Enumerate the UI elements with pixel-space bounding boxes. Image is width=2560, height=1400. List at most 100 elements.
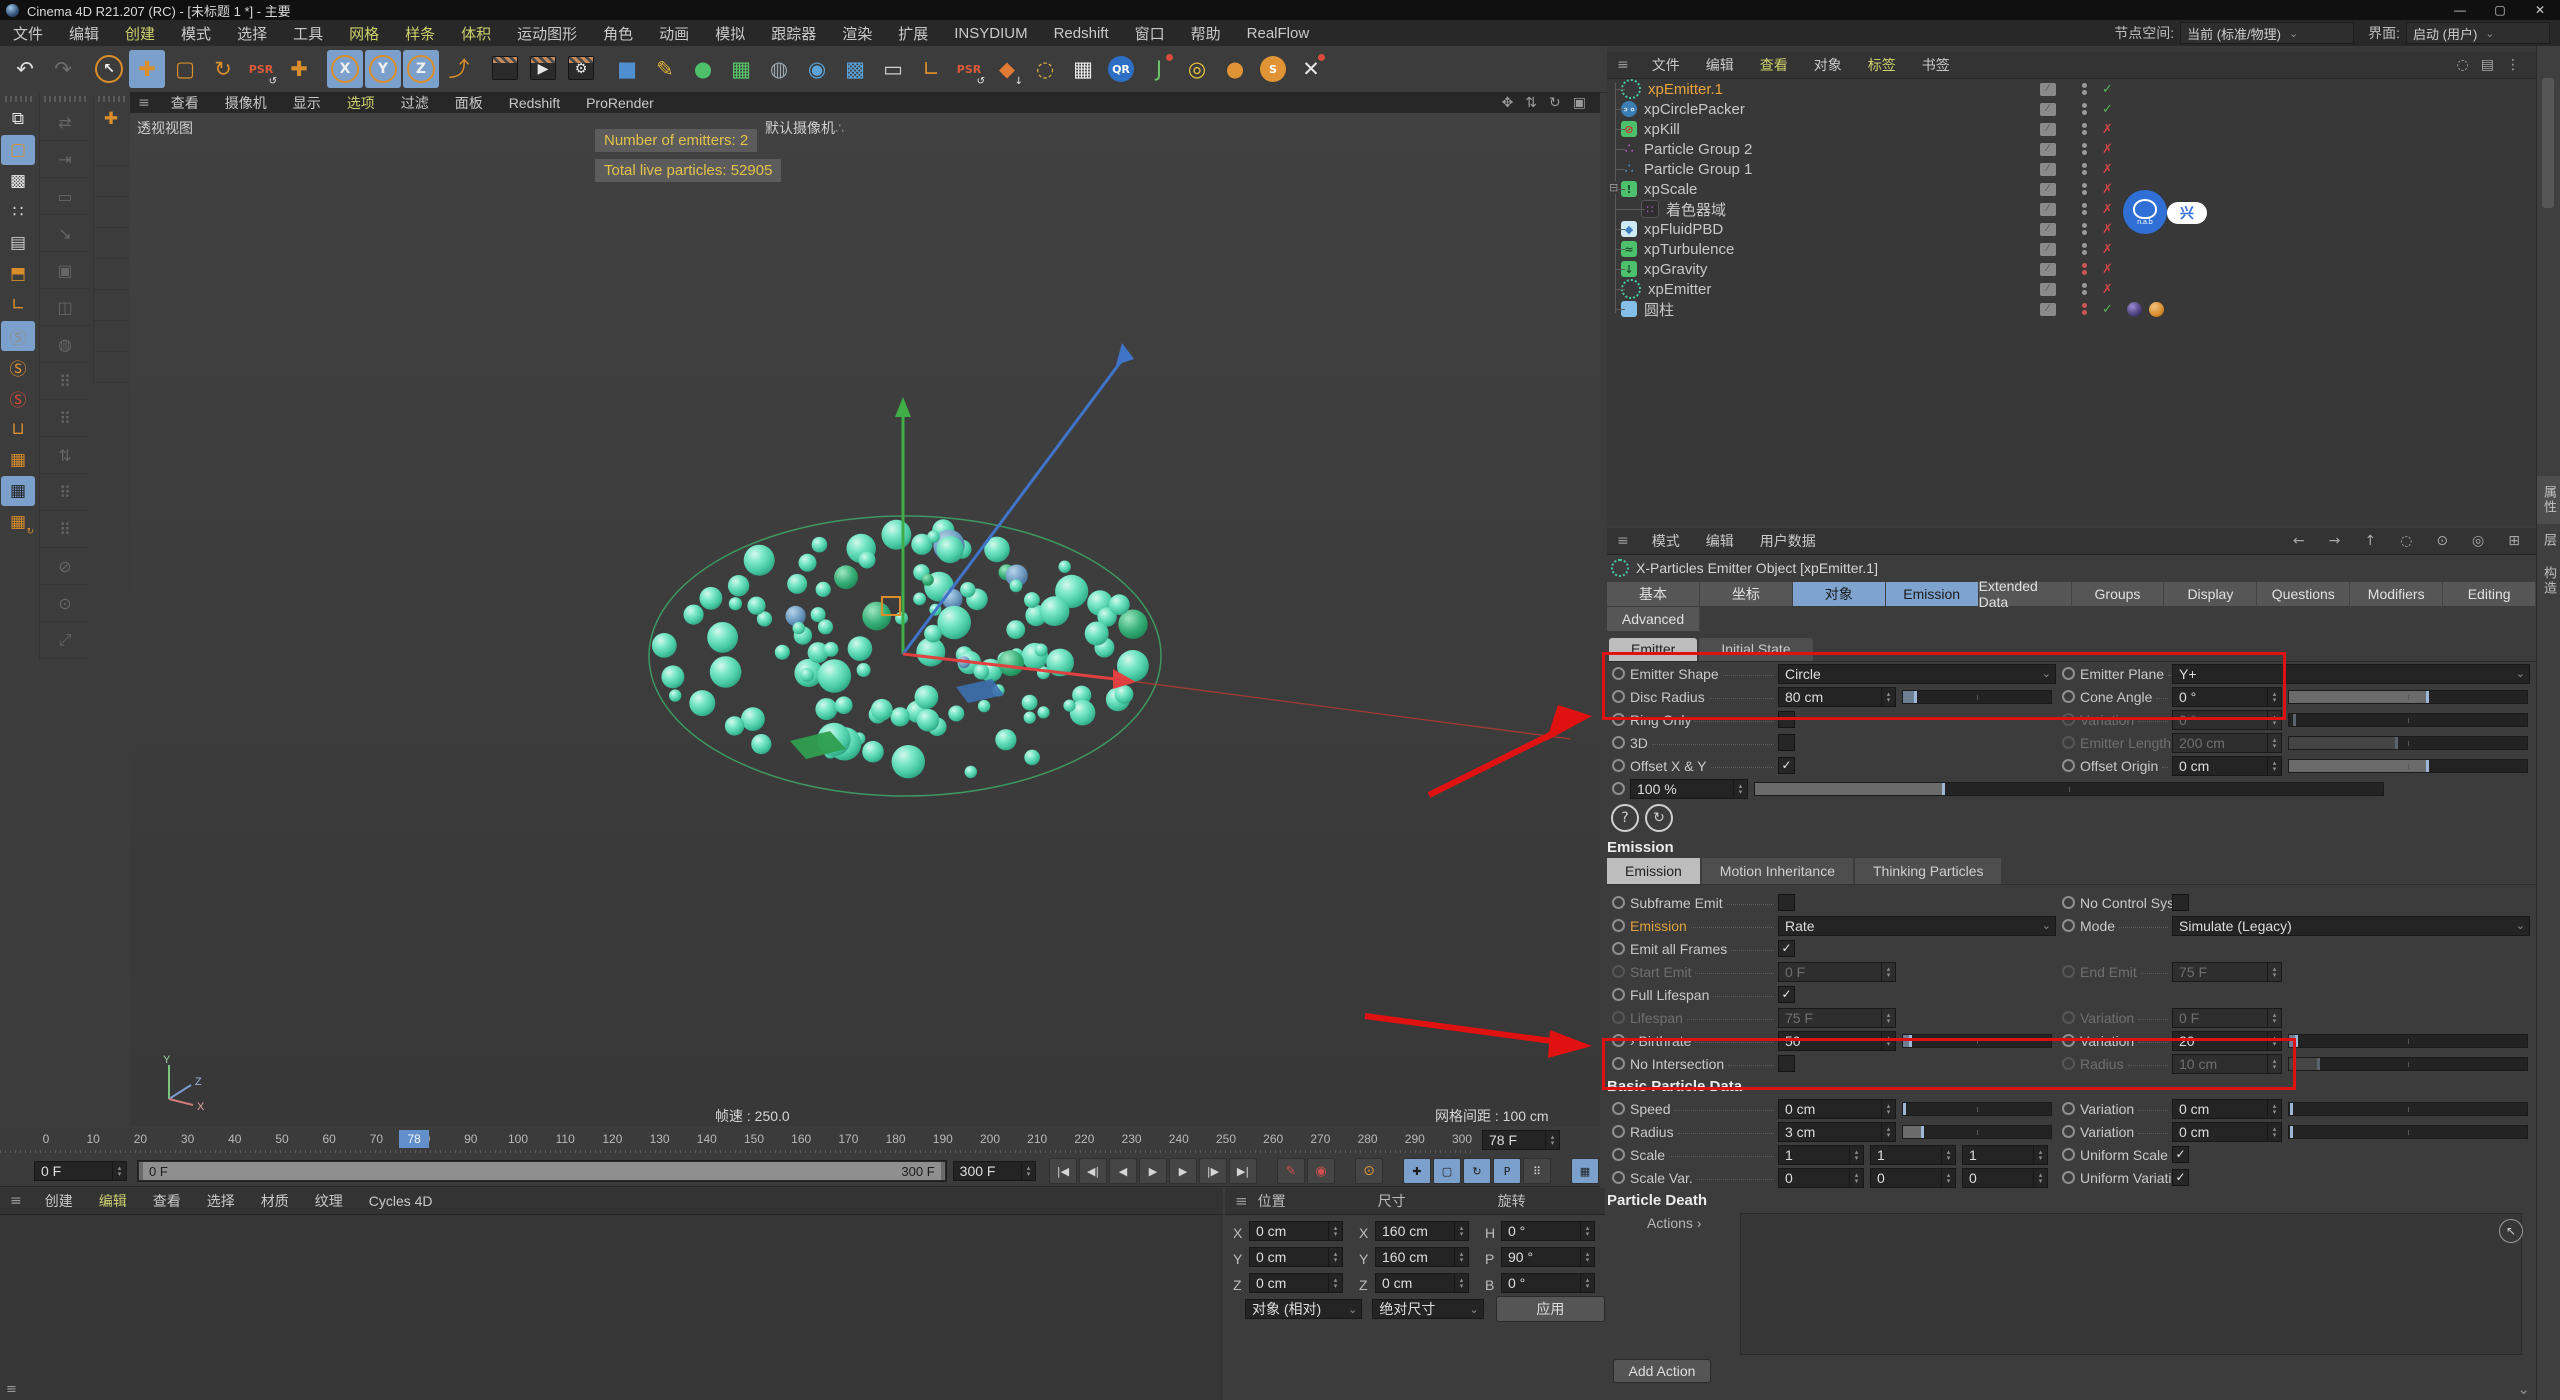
move-icon[interactable]: ✚ (129, 50, 165, 88)
help-button[interactable]: ? (1611, 804, 1639, 832)
workplane-icon[interactable]: ▦ (1, 445, 35, 475)
menu-item-窗口[interactable]: 窗口 (1122, 23, 1178, 44)
project-icon[interactable]: ↘ (40, 215, 90, 252)
value-field[interactable]: 20 ▴ ▾ (2172, 1030, 2282, 1051)
object-name[interactable]: xpCirclePacker (1644, 101, 1745, 118)
tab-Modifiers[interactable]: Modifiers (2350, 581, 2444, 606)
play-forwards-button[interactable]: ▶ (1139, 1158, 1167, 1184)
value-field[interactable]: 75 F ▴ ▾ (1778, 1007, 1896, 1028)
animation-knob[interactable] (2062, 759, 2075, 772)
drop-to-floor-icon[interactable]: ◆ ↓ (989, 50, 1025, 88)
tab-Emission[interactable]: Emission (1885, 581, 1979, 606)
value-field[interactable]: 0 F ▴ ▾ (1778, 961, 1896, 982)
tab-Editing[interactable]: Editing (2443, 581, 2537, 606)
object-row[interactable]: xpEmitter ∕ ✗ (1607, 279, 2560, 299)
toggle-view-icon[interactable]: ▣ (1573, 95, 1586, 111)
menu-item-模拟[interactable]: 模拟 (702, 23, 758, 44)
s-badge-icon[interactable]: S (1255, 50, 1291, 88)
sphere-dim-icon[interactable]: ◍ (40, 326, 90, 363)
value-field[interactable]: 0 ▴ ▾ (1962, 1167, 2048, 1188)
redo-icon[interactable]: ↷ (45, 50, 81, 88)
value-field[interactable]: 80 cm ▴ ▾ (1778, 686, 1896, 707)
align-icon[interactable]: ⇥ (40, 141, 90, 178)
history-icon[interactable]: ◎ (2472, 533, 2484, 549)
visibility-dots[interactable] (2082, 243, 2087, 255)
viewport-solo-off-icon[interactable]: Ⓢ (1, 321, 35, 351)
slider[interactable] (1902, 1101, 2052, 1116)
rotate-workplane-icon[interactable]: ▦ ↻ (1, 507, 35, 537)
range-end-field[interactable]: 300 F ▴ ▾ (952, 1161, 1036, 1181)
object-name[interactable]: xpTurbulence (1644, 241, 1734, 258)
viewport-menu-item-Redshift[interactable]: Redshift (496, 95, 573, 111)
mat-menu-item-编辑[interactable]: 编辑 (86, 1191, 140, 1211)
actions-list[interactable] (1740, 1213, 2522, 1355)
animation-knob[interactable] (1612, 1057, 1625, 1070)
slider[interactable] (2288, 1101, 2528, 1116)
menu-item-选择[interactable]: 选择 (224, 23, 280, 44)
value-field[interactable]: 1 ▴ ▾ (1870, 1144, 1956, 1165)
mat-menu-item-选择[interactable]: 选择 (194, 1191, 248, 1211)
layer-color-chip[interactable]: ∕ (2040, 82, 2056, 96)
slider[interactable] (2288, 689, 2528, 704)
goto-start-button[interactable]: |◀ (1049, 1158, 1077, 1184)
enabled-toggle[interactable]: ✗ (2102, 182, 2113, 197)
up-icon[interactable]: ↑ (2364, 533, 2376, 549)
animation-knob[interactable] (1612, 690, 1625, 703)
side-tab-构造[interactable]: 构造 (2537, 557, 2560, 605)
object-row[interactable]: ⊘ xpKill ∕ ✗ (1607, 119, 2560, 139)
quantize-icon[interactable]: ▭ (40, 178, 90, 215)
mode-select[interactable]: Simulate (Legacy) ⌄ (2172, 915, 2530, 936)
edge-mode-icon[interactable]: ▤ (1, 228, 35, 258)
am-scroll-down-icon[interactable]: ⌄ (2517, 1380, 2530, 1398)
back-icon[interactable]: ← (2293, 533, 2305, 549)
emitter-shape-select[interactable]: Circle ⌄ (1778, 663, 2056, 684)
value-field[interactable]: 1 ▴ ▾ (1778, 1144, 1864, 1165)
value-field[interactable]: 0 cm ▴ ▾ (1778, 1098, 1896, 1119)
value-field[interactable]: 0 cm ▴ ▾ (1249, 1221, 1343, 1241)
object-name[interactable]: 圆柱 (1644, 299, 1674, 320)
visibility-dots[interactable] (2082, 123, 2087, 135)
target-icon[interactable]: ◎ (1179, 50, 1215, 88)
last-tool-icon[interactable]: ✚ (281, 50, 317, 88)
dots-c-icon[interactable]: ⠿ (40, 474, 90, 511)
enabled-toggle[interactable]: ✗ (2102, 122, 2113, 137)
goto-end-button[interactable]: ▶| (1229, 1158, 1257, 1184)
volume-icon[interactable]: ◉ (799, 50, 835, 88)
animation-knob[interactable] (1612, 1171, 1625, 1184)
undo-icon[interactable]: ↶ (7, 50, 43, 88)
object-name[interactable]: xpEmitter.1 (1648, 81, 1723, 98)
key-parameter-toggle[interactable]: P (1493, 1158, 1521, 1184)
maximize-button[interactable]: ▢ (2480, 0, 2520, 20)
visibility-dots[interactable] (2082, 183, 2087, 195)
scale-icon[interactable]: ▢ (167, 50, 203, 88)
tab-Groups[interactable]: Groups (2071, 581, 2165, 606)
apply-button[interactable]: 应用 (1495, 1296, 1605, 1322)
object-row[interactable]: ≈ xpTurbulence ∕ ✗ (1607, 239, 2560, 259)
mat-menu-item-材质[interactable]: 材质 (248, 1191, 302, 1211)
value-field[interactable]: 100 % ▴ ▾ (1630, 778, 1748, 799)
value-field[interactable]: 75 F ▴ ▾ (2172, 961, 2282, 982)
subtab-Initial State[interactable]: Initial State (1699, 637, 1813, 661)
timeline-playhead[interactable]: 78 (399, 1130, 430, 1148)
no-control-system-checkbox[interactable] (2172, 894, 2189, 911)
visibility-dots[interactable] (2082, 83, 2087, 95)
menu-item-运动图形[interactable]: 运动图形 (504, 23, 590, 44)
rotate-icon[interactable]: ↻ (205, 50, 241, 88)
menu-item-工具[interactable]: 工具 (280, 23, 336, 44)
lock-workplane-icon[interactable]: ▦ (1, 476, 35, 506)
visibility-dots[interactable] (2082, 203, 2087, 215)
viewport-menu-icon[interactable]: ≡ (138, 95, 150, 111)
layer-color-chip[interactable]: ∕ (2040, 202, 2056, 216)
viewport-menu-item-显示[interactable]: 显示 (280, 93, 334, 113)
object-row[interactable]: ∴ Particle Group 1 ∕ ✗ (1607, 159, 2560, 179)
menu-item-INSYDIUM[interactable]: INSYDIUM (941, 25, 1040, 42)
menu-item-编辑[interactable]: 编辑 (56, 23, 112, 44)
value-field[interactable]: 0 ° ▴ ▾ (2172, 686, 2282, 707)
texture-mode-icon[interactable]: ▩ (1, 166, 35, 196)
viewport-menu-item-选项[interactable]: 选项 (334, 93, 388, 113)
key-pla-toggle[interactable]: ⠿ (1523, 1158, 1551, 1184)
menu-item-扩展[interactable]: 扩展 (885, 23, 941, 44)
visibility-dots[interactable] (2082, 223, 2087, 235)
mat-menu-item-创建[interactable]: 创建 (32, 1191, 86, 1211)
animation-knob[interactable] (2062, 690, 2075, 703)
